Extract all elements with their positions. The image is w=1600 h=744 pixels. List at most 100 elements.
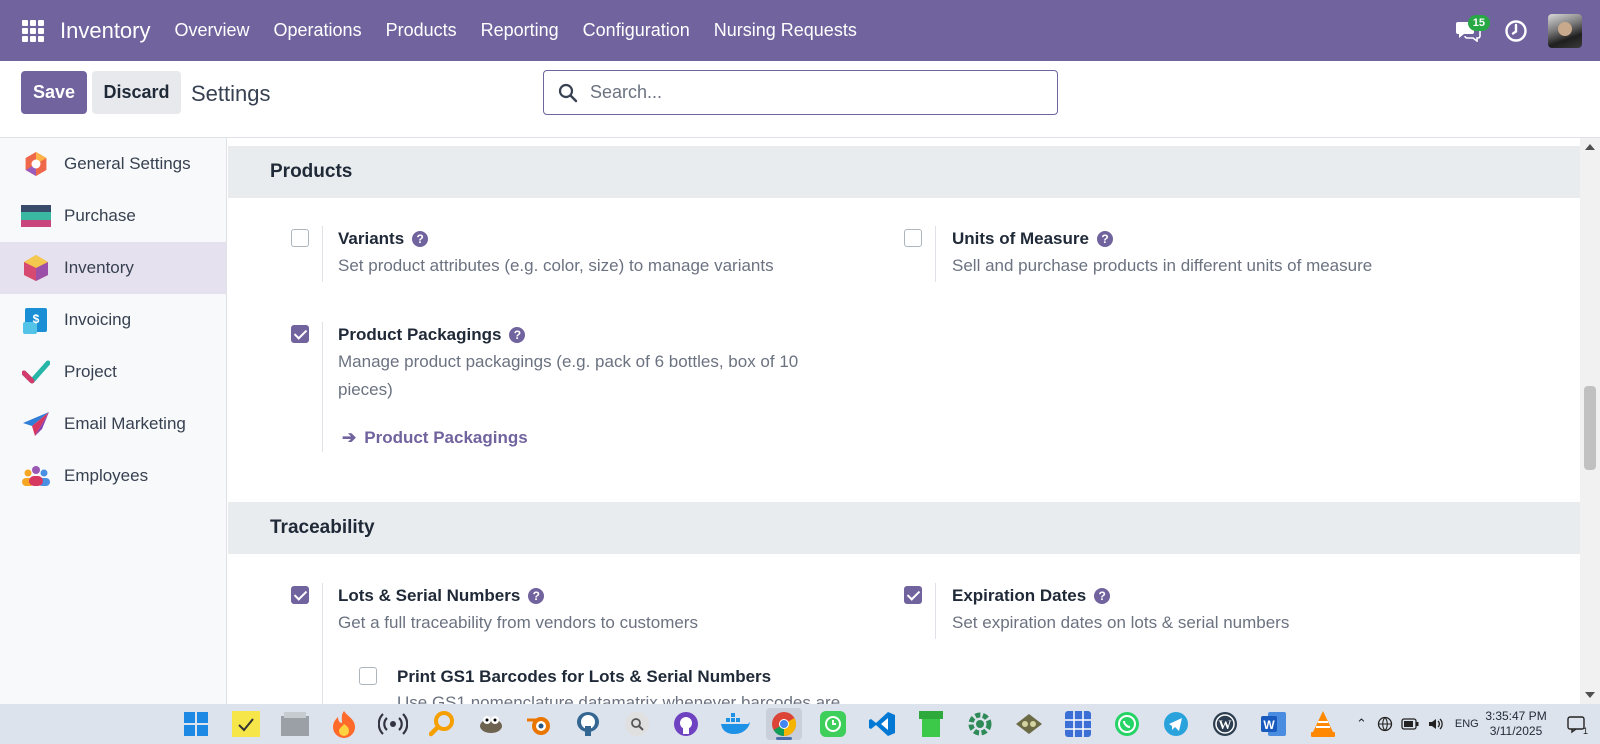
chrome-icon[interactable]: [766, 708, 802, 740]
chevron-up-icon[interactable]: ⌃: [1356, 716, 1367, 732]
inventory-icon: [21, 253, 51, 283]
packagings-link[interactable]: ➔ Product Packagings: [342, 428, 528, 448]
green-pipe-icon[interactable]: [913, 708, 949, 740]
postgresql-icon[interactable]: [570, 708, 606, 740]
scroll-up-arrow-icon[interactable]: [1585, 144, 1595, 150]
variants-title-text: Variants: [338, 229, 405, 248]
blender-icon[interactable]: [521, 708, 557, 740]
help-icon[interactable]: ?: [528, 588, 545, 604]
variants-description: Set product attributes (e.g. color, size…: [338, 256, 774, 275]
grid-app-icon[interactable]: [1060, 708, 1096, 740]
language-indicator[interactable]: ENG: [1455, 718, 1479, 730]
menu-configuration[interactable]: Configuration: [583, 20, 690, 41]
wordpress-icon[interactable]: W: [1207, 708, 1243, 740]
section-traceability-header: Traceability: [228, 502, 1580, 554]
sidebar-item-label: Email Marketing: [64, 414, 186, 433]
divider: [935, 583, 936, 639]
sidebar-item-purchase[interactable]: Purchase: [0, 190, 226, 242]
packagings-title: Product Packagings?: [338, 325, 526, 345]
notifications-icon[interactable]: 1: [1560, 708, 1592, 740]
help-icon[interactable]: ?: [412, 231, 429, 247]
divider: [322, 322, 323, 452]
battery-icon[interactable]: [1401, 718, 1419, 730]
gs1-checkbox[interactable]: [359, 667, 377, 685]
scroll-down-arrow-icon[interactable]: [1585, 692, 1595, 698]
lots-title: Lots & Serial Numbers?: [338, 586, 545, 606]
sticky-notes-icon[interactable]: [228, 708, 264, 740]
search-tool-icon[interactable]: [424, 708, 460, 740]
section-products-header: Products: [228, 146, 1580, 198]
activity-clock-icon[interactable]: [1504, 19, 1528, 43]
menu-nursing-requests[interactable]: Nursing Requests: [714, 20, 857, 41]
page-title: Settings: [191, 81, 271, 106]
sidebar-item-label: General Settings: [64, 154, 191, 173]
vlc-icon[interactable]: [1305, 708, 1341, 740]
docker-icon[interactable]: [717, 708, 753, 740]
search-icon: [558, 83, 578, 102]
github-icon[interactable]: [668, 708, 704, 740]
network-globe-icon[interactable]: [1377, 716, 1393, 732]
sidebar-item-email-marketing[interactable]: Email Marketing: [0, 398, 226, 450]
sidebar-item-label: Employees: [64, 466, 149, 485]
uom-description: Sell and purchase products in different …: [952, 256, 1373, 275]
sidebar-item-label: Purchase: [64, 206, 136, 225]
divider: [322, 583, 323, 704]
project-icon: [21, 357, 51, 387]
sidebar-item-inventory[interactable]: Inventory: [0, 242, 226, 294]
menu-products[interactable]: Products: [386, 20, 457, 41]
volume-icon[interactable]: [1427, 716, 1445, 732]
system-tray: ⌃ ENG: [1356, 704, 1479, 744]
sidebar-item-label: Invoicing: [64, 310, 132, 329]
content-scrollbar[interactable]: [1580, 138, 1600, 704]
packagings-checkbox[interactable]: [291, 325, 309, 343]
menu-operations[interactable]: Operations: [274, 20, 362, 41]
app-brand[interactable]: Inventory: [60, 18, 151, 44]
firefox-icon[interactable]: [326, 708, 362, 740]
variants-checkbox[interactable]: [291, 229, 309, 247]
search-input[interactable]: [590, 82, 1030, 103]
help-icon[interactable]: ?: [1094, 588, 1111, 604]
sidebar-item-employees[interactable]: Employees: [0, 450, 226, 502]
settings-sidebar: General Settings Purchase Inventory $ In…: [0, 138, 227, 704]
save-button[interactable]: Save: [21, 71, 87, 114]
expiration-checkbox[interactable]: [904, 586, 922, 604]
clock-app-icon[interactable]: [815, 708, 851, 740]
gs1-description: Use GS1 nomenclature datamatrix whenever…: [397, 693, 841, 704]
expiration-title: Expiration Dates?: [952, 586, 1111, 606]
svg-text:$: $: [33, 312, 40, 326]
windows-start-icon[interactable]: [178, 708, 214, 740]
search-box[interactable]: [543, 70, 1058, 115]
file-manager-icon[interactable]: [277, 708, 313, 740]
discard-button[interactable]: Discard: [92, 71, 181, 114]
menu-overview[interactable]: Overview: [175, 20, 250, 41]
sidebar-item-label: Project: [64, 362, 117, 381]
help-icon[interactable]: ?: [509, 327, 526, 343]
gear-app-icon[interactable]: [962, 708, 998, 740]
menu-reporting[interactable]: Reporting: [481, 20, 559, 41]
taskbar-clock[interactable]: 3:35:47 PM 3/11/2025: [1480, 709, 1552, 739]
telegram-icon[interactable]: [1158, 708, 1194, 740]
os-taskbar: W W ⌃ ENG 3:35:47 PM 3/11/2025 1: [0, 704, 1600, 744]
wine-icon[interactable]: [1011, 708, 1047, 740]
wifi-analyzer-icon[interactable]: [375, 708, 411, 740]
purchase-icon: [21, 201, 51, 231]
sidebar-item-general-settings[interactable]: General Settings: [0, 138, 226, 190]
vscode-icon[interactable]: [864, 708, 900, 740]
scroll-thumb[interactable]: [1584, 386, 1596, 470]
svg-text:W: W: [1219, 717, 1232, 732]
messages-button[interactable]: 15: [1448, 11, 1490, 51]
gimp-icon[interactable]: [473, 708, 509, 740]
lots-checkbox[interactable]: [291, 586, 309, 604]
help-icon[interactable]: ?: [1096, 231, 1113, 247]
message-count-badge: 15: [1467, 14, 1490, 31]
whatsapp-icon[interactable]: [1109, 708, 1145, 740]
word-icon[interactable]: W: [1256, 708, 1292, 740]
sidebar-item-invoicing[interactable]: $ Invoicing: [0, 294, 226, 346]
app-grid-icon[interactable]: [22, 19, 44, 42]
sidebar-item-project[interactable]: Project: [0, 346, 226, 398]
packagings-link-text: Product Packagings: [364, 428, 528, 447]
uom-checkbox[interactable]: [904, 229, 922, 247]
notification-count: 1: [1582, 726, 1588, 736]
user-avatar[interactable]: [1548, 13, 1582, 48]
magnifier-icon[interactable]: [619, 708, 655, 740]
